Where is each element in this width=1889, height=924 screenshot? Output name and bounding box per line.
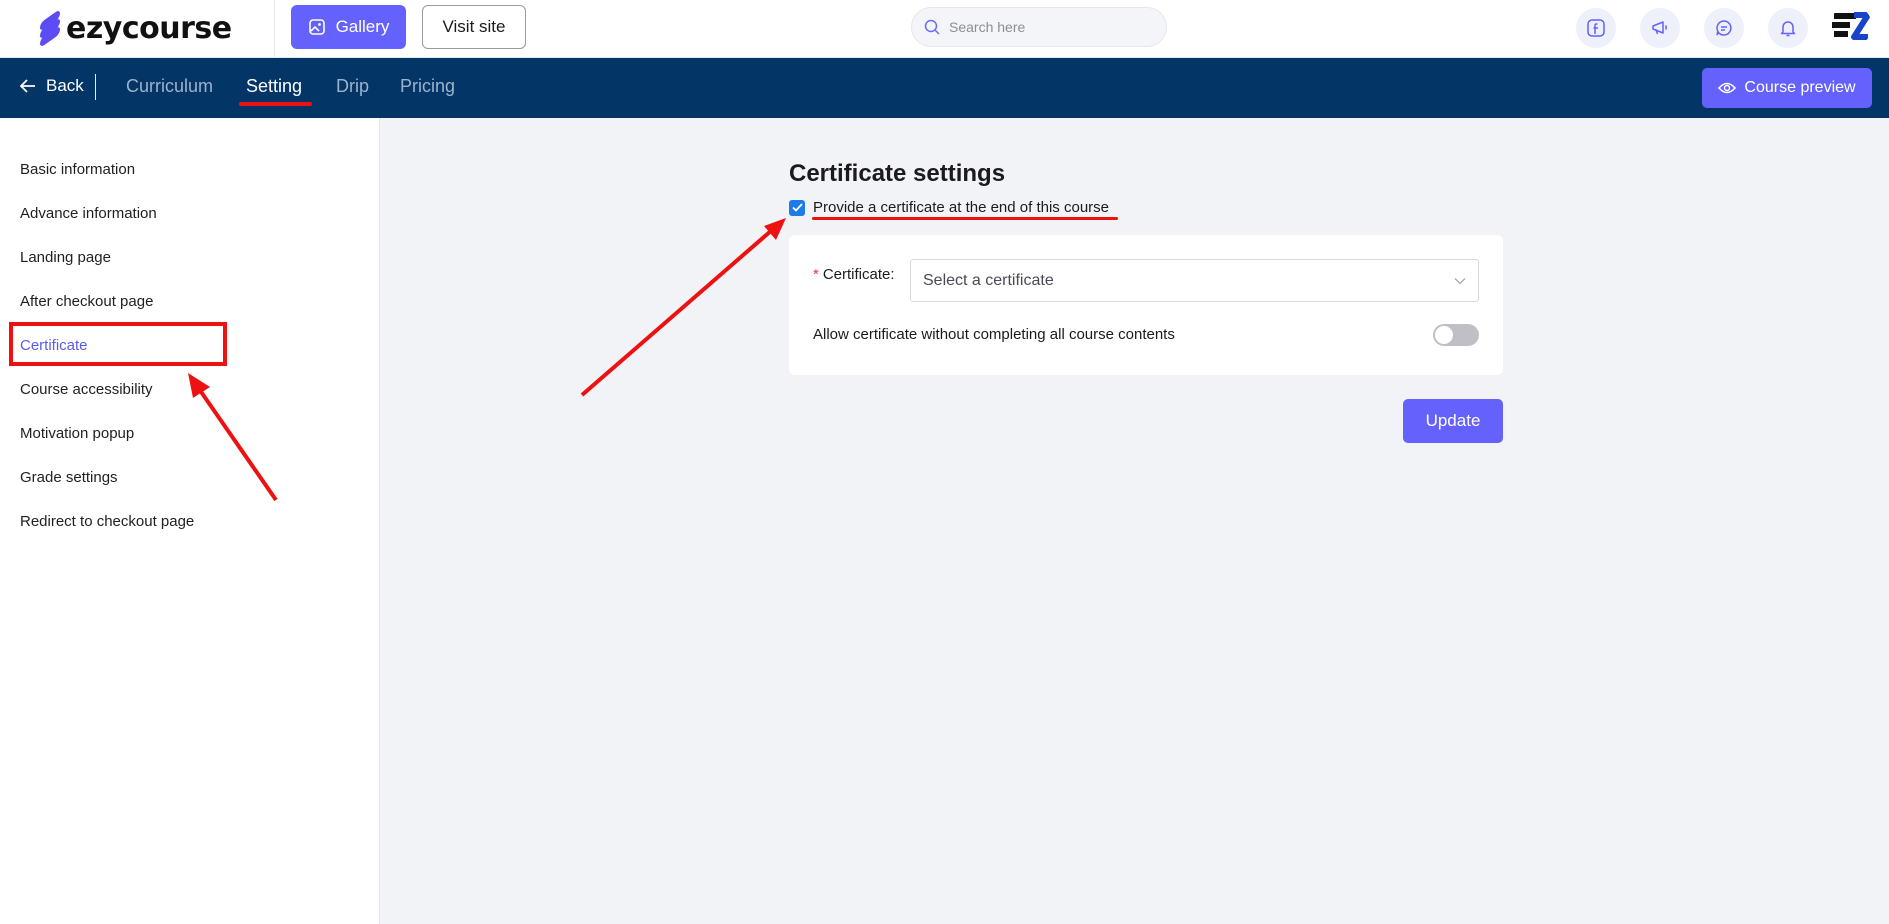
certificate-settings-card: * Certificate: Select a certificate Allow… [789,235,1503,375]
sidebar-item-basic-information[interactable]: Basic information [20,161,135,178]
certificate-field-label: * Certificate: [813,266,895,283]
update-button[interactable]: Update [1403,399,1503,443]
annotation-highlight-box [9,322,227,366]
megaphone-icon [1652,21,1667,35]
provide-certificate-checkbox[interactable] [789,199,805,216]
course-preview-button[interactable]: Course preview [1702,68,1872,108]
eye-icon [1718,82,1737,94]
sidebar-item-redirect-to-checkout-page[interactable]: Redirect to checkout page [20,513,194,530]
tab-setting[interactable]: Setting [246,76,302,97]
tab-pricing[interactable]: Pricing [400,76,455,97]
gallery-icon [308,19,325,35]
checkmark-icon [791,203,803,212]
annotation-tab-underline [239,102,312,106]
annotation-checkbox-underline [812,217,1118,220]
sidebar-item-advance-information[interactable]: Advance information [20,205,157,222]
facebook-icon [1587,19,1605,37]
sidebar-item-grade-settings[interactable]: Grade settings [20,469,118,486]
search-icon [924,19,940,35]
sidebar-item-motivation-popup[interactable]: Motivation popup [20,425,134,442]
nav-divider [95,74,96,100]
visit-site-button[interactable]: Visit site [422,5,526,49]
top-bar: ezycourse Gallery Visit site [0,0,1889,58]
search-input[interactable] [949,19,1139,35]
certificate-select-value: Select a certificate [923,271,1054,289]
arrow-left-icon [20,79,35,93]
allow-without-completing-toggle[interactable] [1433,324,1479,346]
avatar-logo-icon [1831,6,1871,46]
logo[interactable]: ezycourse [40,8,232,49]
logo-text: ezycourse [66,10,232,46]
avatar[interactable] [1830,5,1872,47]
certificate-select[interactable]: Select a certificate [910,259,1479,302]
allow-without-completing-label: Allow certificate without completing all… [813,326,1175,343]
search-box[interactable] [911,7,1167,47]
required-marker: * [813,266,819,283]
sidebar-item-course-accessibility[interactable]: Course accessibility [20,381,153,398]
tab-curriculum[interactable]: Curriculum [126,76,213,97]
toggle-knob [1435,326,1453,344]
settings-sidebar: Basic information Advance information La… [0,118,380,924]
gallery-button[interactable]: Gallery [291,5,406,49]
certificate-label-text: Certificate [822,266,891,283]
certificate-label-colon: : [890,266,895,283]
chevron-down-icon [1454,277,1466,284]
page-title: Certificate settings [789,160,1006,187]
back-button[interactable]: Back [20,76,84,96]
back-label: Back [46,76,84,95]
annotation-arrow-to-checkbox [580,228,774,397]
notifications-button[interactable] [1768,8,1808,48]
provide-certificate-label: Provide a certificate at the end of this… [813,199,1109,216]
gallery-label: Gallery [335,17,390,36]
facebook-button[interactable] [1576,8,1616,48]
tab-drip[interactable]: Drip [336,76,369,97]
messages-button[interactable] [1704,8,1744,48]
provide-certificate-row[interactable]: Provide a certificate at the end of this… [789,199,1109,216]
sidebar-item-after-checkout-page[interactable]: After checkout page [20,293,153,310]
annotation-arrowhead-checkbox [764,218,786,240]
announcement-button[interactable] [1640,8,1680,48]
bell-icon [1780,21,1796,37]
course-preview-label: Course preview [1744,79,1856,96]
divider [274,0,275,58]
logo-icon [40,8,60,49]
sidebar-item-landing-page[interactable]: Landing page [20,249,111,266]
chat-icon [1716,20,1732,36]
course-nav-bar: Back Curriculum Setting Drip Pricing Cou… [0,58,1889,118]
